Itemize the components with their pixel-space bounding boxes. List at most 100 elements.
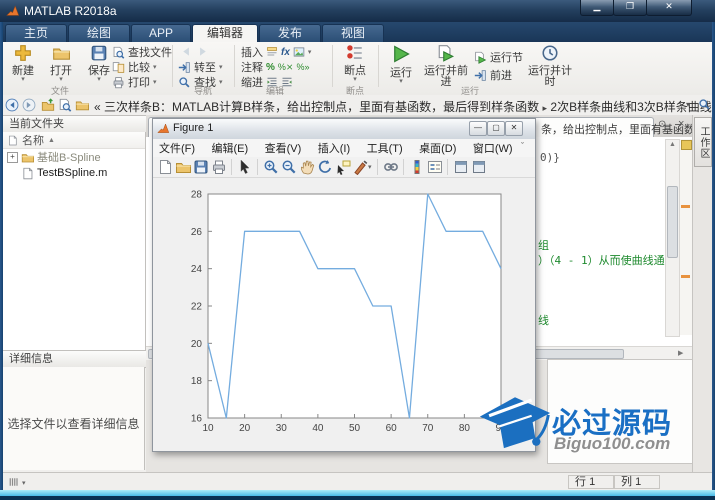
run-time-button[interactable]: 运行并计时: [528, 44, 572, 88]
pan-icon[interactable]: [299, 159, 315, 175]
name-column-header[interactable]: 名称 ▲: [3, 132, 145, 149]
up-folder-icon[interactable]: [41, 98, 55, 112]
fig-print-icon[interactable]: [211, 159, 227, 175]
print-button[interactable]: 打印 ▾: [112, 75, 157, 89]
brush-icon[interactable]: [353, 159, 369, 175]
advance-icon: [474, 69, 487, 82]
breadcrumb-search-icon[interactable]: [698, 98, 711, 111]
file-row-folder[interactable]: + 基础B-Spline: [3, 149, 145, 165]
expand-icon[interactable]: +: [7, 151, 18, 163]
link-plot-icon[interactable]: [383, 159, 399, 175]
nav-back-icon[interactable]: [5, 98, 19, 112]
tab-view[interactable]: 视图: [322, 24, 384, 42]
warning-marker-1[interactable]: [681, 205, 690, 208]
maximize-button[interactable]: ❐: [613, 0, 647, 16]
window-left-edge: [0, 22, 3, 490]
legend-icon[interactable]: [427, 159, 443, 175]
breadcrumb-seg2[interactable]: 2次B样条曲线和3次B样条曲线的matlab绘制，适用于初学者: [550, 100, 715, 114]
dock-figure-icon[interactable]: [453, 159, 469, 175]
goto-button[interactable]: 转至 ▾: [178, 60, 223, 74]
uncomment-icon: %⨯: [277, 61, 294, 72]
fig-new-icon[interactable]: [157, 159, 173, 175]
editor-vscrollbar[interactable]: ▲: [665, 139, 680, 337]
forward-icon[interactable]: [196, 45, 209, 58]
rotate3d-icon[interactable]: [317, 159, 333, 175]
insert-section-icon: [266, 46, 278, 58]
tab-publish[interactable]: 发布: [259, 24, 321, 42]
breadcrumb-seg1[interactable]: 三次样条B：MATLAB计算B样条，给出控制点，里面有基函数，最后得到样条函数: [104, 100, 539, 114]
warning-marker-2[interactable]: [681, 275, 690, 278]
details-placeholder: 选择文件以查看详细信息: [7, 417, 140, 431]
menu-desktop[interactable]: 桌面(D): [413, 140, 462, 158]
workspace-vertical-tab[interactable]: 工作区: [694, 117, 712, 167]
current-folder-header[interactable]: 当前文件夹: [3, 115, 152, 133]
new-button[interactable]: 新建 ▾: [4, 44, 42, 83]
details-header[interactable]: 详细信息: [3, 350, 152, 368]
scroll-up-icon[interactable]: ▲: [666, 140, 679, 150]
menubar-overflow-icon[interactable]: ˇ: [521, 141, 524, 151]
figure-close-button[interactable]: ✕: [505, 121, 523, 136]
menu-view[interactable]: 查看(V): [259, 140, 308, 158]
fig-open-icon[interactable]: [175, 159, 191, 175]
fig-pointer-icon[interactable]: [237, 159, 253, 175]
find-files-icon: [112, 46, 125, 59]
tab-apps[interactable]: APP: [131, 24, 191, 42]
breakpoints-button[interactable]: 断点 ▾: [338, 44, 372, 83]
editor-tab-close-icon[interactable]: ×: [678, 118, 684, 130]
scroll-right-icon[interactable]: ▶: [678, 349, 683, 357]
run-button[interactable]: 运行 ▾: [385, 44, 417, 85]
advance-button[interactable]: 前进: [474, 68, 512, 82]
main-titlebar[interactable]: MATLAB R2018a ▁ ❐ ✕: [0, 0, 715, 22]
zoom-in-icon[interactable]: [263, 159, 279, 175]
undock-figure-icon[interactable]: [471, 159, 487, 175]
insert-button[interactable]: 插入 fx ▾: [241, 45, 311, 60]
statusbar-dropdown-icon[interactable]: ▾: [22, 479, 26, 487]
sort-asc-icon: ▲: [48, 136, 55, 144]
browse-folder-icon[interactable]: [58, 98, 72, 112]
back-icon[interactable]: [180, 45, 193, 58]
menu-tools[interactable]: 工具(T): [361, 140, 409, 158]
minimize-button[interactable]: ▁: [580, 0, 614, 16]
vscroll-thumb[interactable]: [667, 186, 678, 258]
code-fragment-1: 0)}: [540, 151, 560, 164]
close-button[interactable]: ✕: [646, 0, 692, 16]
compare-button[interactable]: 比较 ▾: [112, 60, 157, 74]
status-bar: ▾ 行 1 列 1: [0, 472, 715, 491]
svg-text:22: 22: [191, 302, 203, 313]
open-button[interactable]: 打开 ▾: [42, 44, 80, 83]
figure-titlebar[interactable]: Figure 1 — ▢ ✕: [153, 119, 535, 140]
menu-window[interactable]: 窗口(W): [467, 140, 519, 158]
figure-minimize-button[interactable]: —: [469, 121, 487, 136]
menu-edit[interactable]: 编辑(E): [206, 140, 255, 158]
zoom-out-icon[interactable]: [281, 159, 297, 175]
tab-overflow-icon[interactable]: ⊙: [658, 119, 666, 130]
tab-plots[interactable]: 绘图: [68, 24, 130, 42]
find-files-button[interactable]: 查找文件: [112, 45, 172, 59]
menu-insert[interactable]: 插入(I): [312, 140, 356, 158]
figure-maximize-button[interactable]: ▢: [487, 121, 505, 136]
ribbon-tab-row: 主页 绘图 APP 编辑器 发布 视图 ▾ 登录: [0, 22, 715, 64]
run-advance-button[interactable]: 运行并前进: [424, 44, 468, 88]
menu-file[interactable]: 文件(F): [153, 140, 201, 158]
statusbar-grid-icon[interactable]: [8, 476, 20, 488]
fig-save-icon[interactable]: [193, 159, 209, 175]
breadcrumb-dropdown-icon[interactable]: ▾: [686, 100, 690, 109]
print-icon: [112, 76, 125, 89]
svg-text:16: 16: [191, 414, 203, 425]
breadcrumb-sep1-icon: ▸: [542, 103, 548, 113]
comment-button[interactable]: 注释 % %⨯ %»: [241, 60, 309, 75]
watermark-line2: Biguo100.com: [554, 434, 671, 453]
nav-forward-icon[interactable]: [22, 98, 36, 112]
brush-dropdown-icon[interactable]: ▾: [368, 163, 372, 171]
figure-title: Figure 1: [173, 122, 214, 134]
file-row-mfile[interactable]: TestBSpline.m: [3, 165, 145, 181]
collapse-chip-icon[interactable]: [681, 140, 692, 150]
data-cursor-icon[interactable]: [335, 159, 351, 175]
editor-indicator-column: [680, 139, 692, 335]
run-section-button[interactable]: 运行节: [474, 50, 523, 64]
insert-image-icon: [293, 46, 305, 58]
tab-editor[interactable]: 编辑器: [192, 24, 258, 42]
tab-home[interactable]: 主页: [5, 24, 67, 42]
colorbar-icon[interactable]: [409, 159, 425, 175]
breadcrumb: « 三次样条B：MATLAB计算B样条，给出控制点，里面有基函数，最后得到样条函…: [94, 98, 715, 115]
